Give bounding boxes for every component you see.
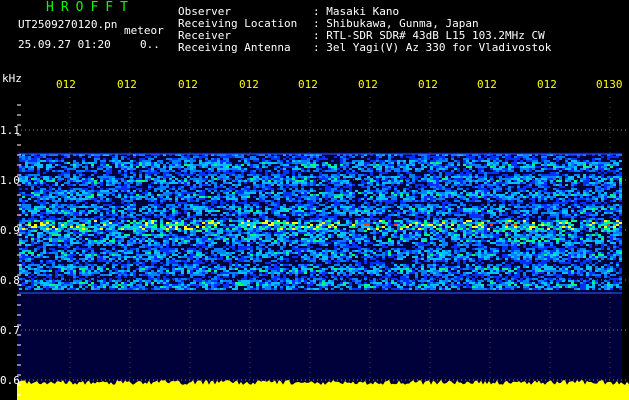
spectrogram-row [22,182,622,184]
freq-tick: 0.9 [0,224,20,237]
spectrogram-row [19,214,622,216]
spectrogram-row [19,166,613,168]
spectrogram-row [19,228,622,230]
spectrogram-row [19,242,622,244]
time-tick: 012 [418,78,438,91]
meteor-label: meteor [124,24,164,37]
spectrogram-row [19,170,619,172]
freq-tick: 1.1 [0,124,20,137]
spectrogram-row [19,234,622,236]
app-title: HROFFT [46,0,135,15]
file-name: UT2509270120.pn [18,18,118,31]
time-tick: 012 [537,78,557,91]
antenna-value: : 3el Yagi(V) Az 330 for Vladivostok [313,41,552,54]
time-tick: 012 [178,78,198,91]
spectrogram-row [19,192,622,194]
spectrogram-row [19,198,622,200]
spectrogram-row [19,226,622,228]
spectrogram-row [19,178,622,180]
spectrogram-row [19,278,622,280]
spectrogram-row [19,176,622,178]
time-tick: 012 [477,78,497,91]
time-tick: 012 [239,78,259,91]
antenna-label: Receiving Antenna [178,41,291,54]
spectrogram-row [22,212,622,214]
spectrogram-row [25,236,616,238]
spectrogram-row [19,288,622,290]
time-tick: 012 [117,78,137,91]
freq-tick: 0.6 [0,374,20,387]
freq-tick: 0.7 [0,324,20,337]
spectrogram-row [19,258,622,260]
spectrogram-row [19,244,622,246]
spectrogram-row [22,250,622,252]
time-tick: 012 [56,78,76,91]
freq-tick: 1.0 [0,174,20,187]
freq-unit-label: kHz [2,72,22,85]
spectrogram-row [19,168,622,170]
spectrogram-row [34,190,622,192]
time-tick: 012 [298,78,318,91]
spectrogram-row [19,164,619,166]
datetime: 25.09.27 01:20 [18,38,111,51]
spectrogram-row [22,194,622,196]
spectrogram-row [19,284,619,286]
spectrogram-row [19,240,622,242]
spectrogram-row [19,230,622,232]
score: 0.. [140,38,160,51]
time-tick: 0130 [596,78,623,91]
spectrogram-row [19,224,622,226]
time-tick: 012 [358,78,378,91]
spectrogram-row [19,270,622,272]
spectrogram [17,97,629,400]
spectrogram-row [19,254,622,256]
freq-tick: 0.8 [0,274,20,287]
spectrogram-row [19,232,622,234]
spectrogram-row [22,210,622,212]
